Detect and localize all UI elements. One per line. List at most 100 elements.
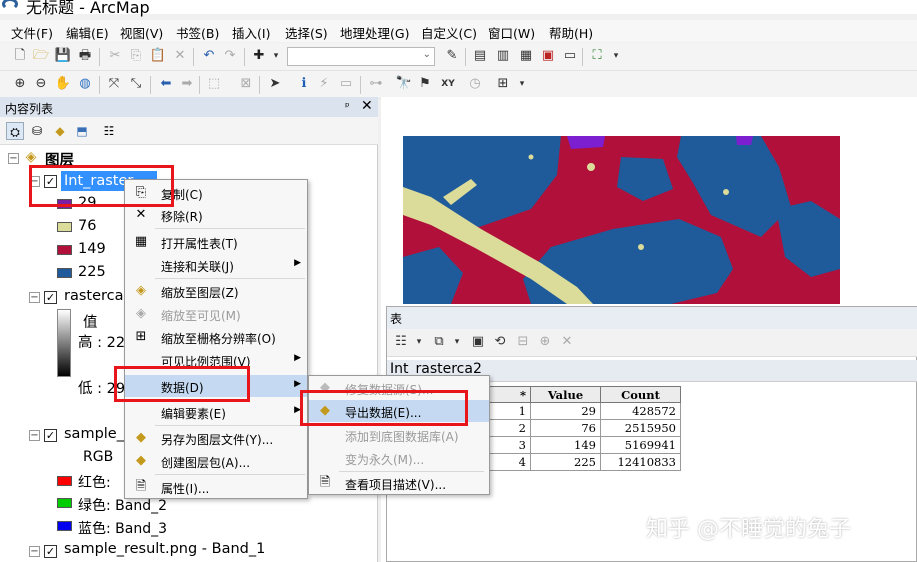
editor-toolbar-icon[interactable]: ✎ — [444, 48, 460, 64]
toc-options-icon[interactable]: ☷ — [100, 122, 118, 140]
menu-windows[interactable]: 窗口(W) — [488, 23, 535, 42]
save-icon[interactable]: 💾 — [55, 48, 71, 64]
paste-icon[interactable]: 📋 — [150, 48, 166, 64]
delete-selected-icon[interactable]: ✕ — [559, 334, 575, 350]
create-viewer-icon[interactable]: ⊞ — [495, 76, 511, 92]
menu-item-data[interactable]: 数据(D) ▶ — [125, 375, 307, 397]
menu-item-visible-scale-range[interactable]: 可见比例范围(V) ▶ — [125, 349, 307, 371]
time-slider-icon[interactable]: ◷ — [467, 76, 483, 92]
menu-item-create-layer-package[interactable]: ◆ 创建图层包(A)... — [125, 450, 307, 472]
menu-item-view-item-description[interactable]: 🗎 查看项目描述(V)... — [309, 472, 489, 494]
layer-name[interactable]: sample_result.png - Band_1 — [64, 541, 265, 557]
close-icon[interactable]: ✕ — [361, 98, 373, 114]
column-header-value[interactable]: Value — [530, 386, 601, 403]
menu-item-zoom-to-visible[interactable]: ◈ 缩放至可见(M) — [125, 303, 307, 325]
menu-item-joins-relates[interactable]: 连接和关联(J) ▶ — [125, 254, 307, 276]
zoom-out-icon[interactable]: ⊖ — [33, 76, 49, 92]
catalog-window-icon[interactable]: ▥ — [495, 48, 511, 64]
chevron-down-icon[interactable]: ▾ — [411, 334, 427, 350]
list-by-drawing-order-icon[interactable]: ⛭ — [6, 122, 24, 140]
expander-icon[interactable]: − — [29, 292, 40, 303]
expander-icon[interactable]: − — [29, 546, 40, 557]
menu-item-repair-data-source[interactable]: ◆ 修复数据源(S)... — [309, 377, 489, 399]
menu-bookmarks[interactable]: 书签(B) — [176, 23, 219, 42]
go-to-xy-icon[interactable]: XY — [440, 76, 456, 92]
column-header-count[interactable]: Count — [600, 386, 681, 403]
layer-visibility-checkbox[interactable]: ✓ — [44, 175, 57, 188]
layer-name[interactable]: sample_ — [64, 426, 124, 442]
html-popup-icon[interactable]: ▭ — [338, 76, 354, 92]
arctoolbox-icon[interactable]: ▣ — [540, 48, 556, 64]
layer-visibility-checkbox[interactable]: ✓ — [44, 429, 57, 442]
list-by-selection-icon[interactable]: ⬒ — [73, 122, 91, 140]
pin-icon[interactable]: ᵖ — [345, 100, 350, 113]
search-window-icon[interactable]: ▦ — [518, 48, 534, 64]
expander-icon[interactable]: − — [29, 176, 40, 187]
menu-item-remove[interactable]: ✕ 移除(R) — [125, 204, 307, 226]
menu-item-make-permanent[interactable]: 变为永久(M)... — [309, 447, 489, 469]
select-elements-icon[interactable]: ➤ — [267, 76, 283, 92]
undo-icon[interactable]: ↶ — [201, 48, 217, 64]
delete-icon[interactable]: ✕ — [172, 48, 188, 64]
expander-icon[interactable]: − — [29, 430, 40, 441]
related-tables-icon[interactable]: ⧉ — [431, 334, 447, 350]
data-frame-label[interactable]: 图层 — [45, 149, 74, 170]
expander-icon[interactable]: − — [8, 153, 19, 164]
copy-icon[interactable]: ⎘ — [128, 48, 144, 64]
measure-icon[interactable]: ⊶ — [368, 76, 384, 92]
menu-item-export-data[interactable]: ◆ 导出数据(E)... — [309, 400, 489, 422]
fixed-zoom-in-icon[interactable]: ⤧ — [106, 76, 122, 92]
list-by-visibility-icon[interactable]: ◆ — [51, 122, 69, 140]
new-document-icon[interactable]: 🗋 — [12, 48, 28, 64]
menu-item-zoom-to-layer[interactable]: ◈ 缩放至图层(Z) — [125, 280, 307, 302]
add-data-dropdown-icon[interactable]: ▾ — [268, 48, 284, 64]
menu-item-open-attribute-table[interactable]: ▦ 打开属性表(T) — [125, 231, 307, 253]
table-options-icon[interactable]: ☷ — [393, 334, 409, 350]
menu-view[interactable]: 视图(V) — [120, 23, 163, 42]
model-builder-icon[interactable]: ⛶ — [589, 48, 605, 64]
map-scale-combo[interactable]: ⌄ — [287, 47, 435, 66]
forward-extent-icon[interactable]: ➡ — [179, 76, 195, 92]
zoom-to-selected-icon[interactable]: ⊕ — [537, 334, 553, 350]
redo-icon[interactable]: ↷ — [222, 48, 238, 64]
menu-customize[interactable]: 自定义(C) — [421, 23, 477, 42]
menu-geoprocessing[interactable]: 地理处理(G) — [340, 23, 409, 42]
layer-name[interactable]: rasterca — [64, 288, 124, 304]
clear-selection-icon[interactable]: ⊠ — [238, 76, 254, 92]
switch-selection-icon[interactable]: ⟲ — [492, 334, 508, 350]
cut-icon[interactable]: ✂ — [107, 48, 123, 64]
select-features-icon[interactable]: ⬚ — [206, 76, 222, 92]
chevron-down-icon[interactable]: ▾ — [449, 334, 465, 350]
find-route-icon[interactable]: ⚑ — [417, 76, 433, 92]
back-extent-icon[interactable]: ⬅ — [158, 76, 174, 92]
hyperlink-icon[interactable]: ⚡ — [316, 76, 332, 92]
clear-selection-icon[interactable]: ⊟ — [515, 334, 531, 350]
full-extent-icon[interactable]: ◍ — [77, 76, 93, 92]
add-data-icon[interactable]: ✚ — [251, 48, 267, 64]
toolbar-options-icon[interactable]: ▾ — [608, 48, 624, 64]
find-icon[interactable]: 🔭 — [396, 76, 412, 92]
toolbar-options-icon[interactable]: ▾ — [514, 76, 530, 92]
menu-item-zoom-to-raster-resolution[interactable]: ⊞ 缩放至栅格分辨率(O) — [125, 326, 307, 348]
layer-visibility-checkbox[interactable]: ✓ — [44, 545, 57, 558]
menu-selection[interactable]: 选择(S) — [285, 23, 328, 42]
fixed-zoom-out-icon[interactable]: ⤡ — [128, 76, 144, 92]
menu-help[interactable]: 帮助(H) — [549, 23, 593, 42]
menu-item-save-as-layer-file[interactable]: ◆ 另存为图层文件(Y)... — [125, 427, 307, 449]
select-by-attributes-icon[interactable]: ▣ — [470, 334, 486, 350]
menu-file[interactable]: 文件(F) — [11, 23, 53, 42]
layer-visibility-checkbox[interactable]: ✓ — [44, 291, 57, 304]
open-folder-icon[interactable]: 🗁 — [33, 48, 49, 64]
python-window-icon[interactable]: ▭ — [562, 48, 578, 64]
zoom-in-icon[interactable]: ⊕ — [12, 76, 28, 92]
menu-insert[interactable]: 插入(I) — [232, 23, 270, 42]
print-icon[interactable]: 🖶 — [77, 48, 93, 64]
table-of-contents-window-icon[interactable]: ▤ — [472, 48, 488, 64]
menu-item-copy[interactable]: ⎘ 复制(C) — [125, 182, 307, 204]
menu-edit[interactable]: 编辑(E) — [66, 23, 109, 42]
pan-icon[interactable]: ✋ — [55, 76, 71, 92]
identify-icon[interactable]: ℹ — [296, 76, 312, 92]
menu-item-properties[interactable]: 🗎 属性(I)... — [125, 476, 307, 498]
menu-item-add-to-basemap[interactable]: 添加到底图数据库(A) — [309, 424, 489, 446]
list-by-source-icon[interactable]: ⛁ — [28, 122, 46, 140]
